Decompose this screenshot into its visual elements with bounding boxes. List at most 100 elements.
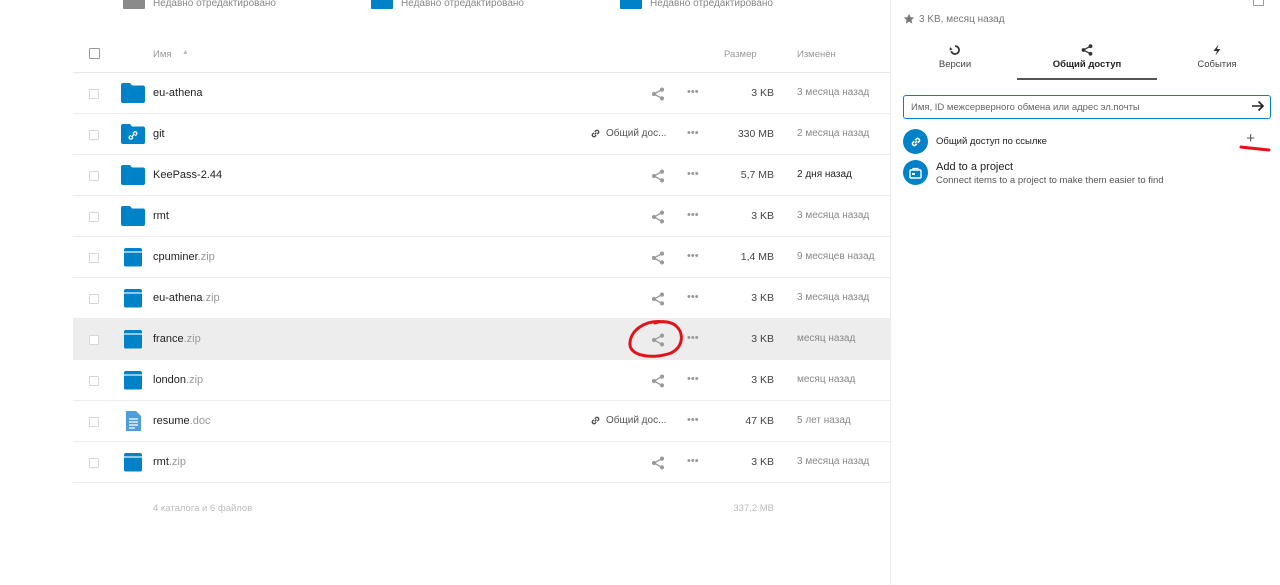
archive-icon <box>124 330 142 349</box>
share-icon <box>1081 44 1093 56</box>
file-extension: .zip <box>183 333 201 345</box>
file-size: 3 KB <box>751 456 774 468</box>
file-row[interactable]: rmt ••• 3 KB 3 месяца назад <box>73 196 890 237</box>
file-row[interactable]: KeePass-2.44 ••• 5,7 MB 2 дня назад <box>73 155 890 196</box>
row-checkbox[interactable] <box>89 458 99 468</box>
file-modified: 3 месяца назад <box>797 456 870 467</box>
file-modified: 5 лет назад <box>797 415 851 426</box>
share-icon[interactable] <box>651 251 665 265</box>
file-modified: 2 месяца назад <box>797 128 870 139</box>
file-name[interactable]: resume.doc <box>153 415 210 427</box>
more-actions-icon[interactable]: ••• <box>687 291 699 303</box>
file-name[interactable]: france.zip <box>153 333 201 345</box>
share-icon[interactable] <box>651 456 665 470</box>
file-name[interactable]: KeePass-2.44 <box>153 169 222 181</box>
share-icon[interactable] <box>651 169 665 183</box>
row-checkbox[interactable] <box>89 171 99 181</box>
file-name[interactable]: rmt.zip <box>153 456 186 468</box>
row-checkbox[interactable] <box>89 335 99 345</box>
more-actions-icon[interactable]: ••• <box>687 373 699 385</box>
activity-icon <box>1213 44 1221 56</box>
sort-ascending-icon: ▲ <box>182 49 189 56</box>
more-actions-icon[interactable]: ••• <box>687 455 699 467</box>
file-size: 47 KB <box>745 415 774 427</box>
arrow-right-icon[interactable] <box>1251 99 1265 113</box>
sort-by-modified[interactable]: Изменён <box>797 49 836 60</box>
row-checkbox[interactable] <box>89 89 99 99</box>
document-icon <box>126 411 141 431</box>
link-icon <box>591 129 600 138</box>
history-icon <box>949 45 960 55</box>
file-row[interactable]: cpuminer.zip ••• 1,4 MB 9 месяцев назад <box>73 237 890 278</box>
file-size: 3 KB <box>751 87 774 99</box>
file-name[interactable]: git <box>153 128 165 140</box>
file-extension: .zip <box>197 251 215 263</box>
archive-icon <box>124 371 142 390</box>
share-icon[interactable] <box>651 333 665 347</box>
archive-icon <box>124 289 142 308</box>
tab-sharing[interactable]: Общий доступ <box>1017 42 1157 80</box>
file-modified: 3 месяца назад <box>797 210 870 221</box>
add-to-project-title: Add to a project <box>936 161 1014 173</box>
favorite-checkbox[interactable] <box>1253 0 1264 6</box>
more-actions-icon[interactable]: ••• <box>687 332 699 344</box>
row-checkbox[interactable] <box>89 212 99 222</box>
sort-by-name[interactable]: Имя <box>153 49 172 60</box>
file-size: 330 MB <box>737 128 774 140</box>
recent-item-label: Недавно отредактировано <box>650 0 773 9</box>
more-actions-icon[interactable]: ••• <box>687 86 699 98</box>
file-list-panel: Недавно отредактировано Недавно отредакти… <box>73 0 891 585</box>
tab-activity[interactable]: События <box>1157 42 1277 78</box>
file-row[interactable]: eu-athena ••• 3 KB 3 месяца назад <box>73 73 890 114</box>
file-extension: .doc <box>189 415 211 427</box>
file-size: 5,7 MB <box>740 169 774 181</box>
file-name[interactable]: london.zip <box>153 374 203 386</box>
row-checkbox[interactable] <box>89 130 99 140</box>
share-icon[interactable] <box>651 292 665 306</box>
file-row[interactable]: rmt.zip ••• 3 KB 3 месяца назад <box>73 442 890 483</box>
file-name[interactable]: eu-athena <box>153 87 203 99</box>
file-rows: eu-athena ••• 3 KB 3 месяца назад git Общий д… <box>73 73 890 483</box>
share-icon[interactable] <box>651 87 665 101</box>
more-actions-icon[interactable]: ••• <box>687 250 699 262</box>
share-with-input[interactable] <box>909 99 1243 116</box>
add-link-share-button[interactable]: + <box>1246 131 1255 146</box>
tab-versions-label: Версии <box>938 59 972 70</box>
file-row[interactable]: eu-athena.zip ••• 3 KB 3 месяца назад <box>73 278 890 319</box>
file-modified: 9 месяцев назад <box>797 251 875 262</box>
left-gutter <box>0 0 74 585</box>
file-modified: месяц назад <box>797 333 856 344</box>
star-icon[interactable] <box>903 13 915 25</box>
tab-sharing-label: Общий доступ <box>1052 59 1122 70</box>
file-size: 3 KB <box>751 333 774 345</box>
more-actions-icon[interactable]: ••• <box>687 209 699 221</box>
more-actions-icon[interactable]: ••• <box>687 168 699 180</box>
file-row[interactable]: resume.doc Общий дос... ••• 47 KB 5 лет наза… <box>73 401 890 442</box>
file-name[interactable]: cpuminer.zip <box>153 251 215 263</box>
more-actions-icon[interactable]: ••• <box>687 127 699 139</box>
share-icon[interactable] <box>651 374 665 388</box>
recent-item[interactable]: Недавно отредактировано <box>620 0 773 12</box>
sort-by-size[interactable]: Размер <box>724 49 757 60</box>
recent-item[interactable]: Недавно отредактировано <box>123 0 276 12</box>
file-name[interactable]: rmt <box>153 210 169 222</box>
more-actions-icon[interactable]: ••• <box>687 414 699 426</box>
recent-item[interactable]: Недавно отредактировано <box>371 0 524 12</box>
row-checkbox[interactable] <box>89 376 99 386</box>
file-size: 1,4 MB <box>740 251 774 263</box>
row-checkbox[interactable] <box>89 417 99 427</box>
summary-total-size: 337,2 MB <box>733 503 774 514</box>
share-icon[interactable] <box>651 210 665 224</box>
add-to-project-row[interactable]: Add to a project Connect items to a proj… <box>903 160 1269 186</box>
row-checkbox[interactable] <box>89 294 99 304</box>
link-avatar <box>903 129 928 154</box>
tab-versions[interactable]: Версии <box>895 42 1015 78</box>
row-checkbox[interactable] <box>89 253 99 263</box>
shared-status[interactable]: Общий дос... <box>590 415 666 426</box>
shared-status[interactable]: Общий дос... <box>590 128 666 139</box>
file-name[interactable]: eu-athena.zip <box>153 292 220 304</box>
file-row[interactable]: france.zip ••• 3 KB месяц назад <box>73 319 890 360</box>
file-row[interactable]: london.zip ••• 3 KB месяц назад <box>73 360 890 401</box>
file-row[interactable]: git Общий дос... ••• 330 MB 2 месяца назад <box>73 114 890 155</box>
select-all-checkbox[interactable] <box>89 48 100 59</box>
